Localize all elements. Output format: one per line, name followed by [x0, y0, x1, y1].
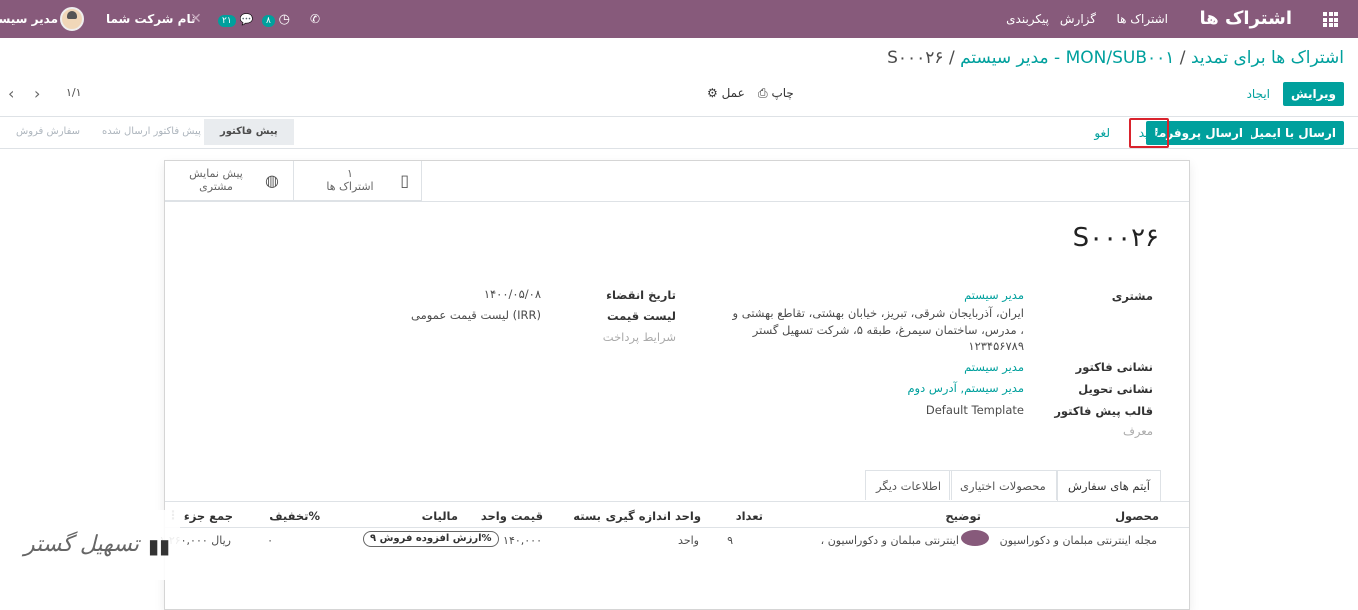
row-discount[interactable]: ۰ [267, 534, 273, 547]
col-discount[interactable]: تخفیف% [269, 509, 320, 523]
menu-subscriptions[interactable]: اشتراک ها [1116, 0, 1168, 38]
tab-other-info[interactable]: اطلاعات دیگر [865, 470, 953, 500]
print-dropdown[interactable]: ⎙ چاپ [758, 86, 794, 101]
phone-icon[interactable]: ✆ [310, 0, 320, 38]
watermark: ▮▮ تسهیل گستر [0, 510, 180, 580]
preview-label-1: پیش نمایش [189, 167, 243, 180]
col-package[interactable]: بسته [573, 509, 601, 523]
chevron-left-icon[interactable]: ‹ [8, 84, 14, 103]
close-icon[interactable]: ✕ [190, 0, 202, 38]
subscriptions-count: ۱ [347, 167, 353, 180]
customer-address-line3: ۱۲۳۴۵۶۷۸۹ [968, 339, 1024, 353]
action-label: عمل [721, 86, 745, 100]
preview-label-2: مشتری [199, 180, 233, 193]
action-dropdown[interactable]: ⚙ عمل [707, 86, 745, 100]
send-by-email-button[interactable]: ارسال با ایمیل [1240, 121, 1344, 145]
subscriptions-smart-button[interactable]: ▯ ۱ اشتراک ها [293, 161, 421, 201]
col-subtotal[interactable]: جمع جزء [184, 509, 233, 523]
breadcrumb-separator: / [1179, 48, 1186, 68]
print-icon: ⎙ [758, 86, 768, 100]
payment-terms-field[interactable]: شرایط پرداخت [603, 330, 676, 344]
breadcrumb-subscriptions-to-renew[interactable]: اشتراک ها برای تمدید [1191, 48, 1344, 68]
row-quantity[interactable]: ۹ [727, 534, 733, 547]
invoice-address-label: نشانی فاکتور [1075, 360, 1153, 374]
gear-icon: ⚙ [707, 86, 718, 100]
col-product[interactable]: محصول [1115, 509, 1159, 523]
book-icon: ▯ [400, 171, 409, 190]
menu-reports[interactable]: گزارش [1060, 0, 1096, 38]
activities-menu[interactable]: ۸ ◷ [262, 0, 290, 38]
status-quotation-sent: پیش فاکتور ارسال شده [102, 126, 201, 137]
pricelist-field[interactable]: لیست قیمت عمومی (IRR) [411, 308, 541, 322]
col-uom[interactable]: واحد اندازه گیری [606, 509, 701, 523]
row-uom[interactable]: واحد [678, 534, 699, 547]
menu-configuration[interactable]: پیکربندی [1006, 0, 1049, 38]
avatar[interactable] [60, 7, 84, 31]
watermark-text: تسهیل گستر [24, 532, 140, 557]
company-switcher[interactable]: نام شرکت شما [106, 0, 195, 38]
customer-preview-smart-button[interactable]: ◍ پیش نمایش مشتری [165, 161, 293, 201]
delivery-address-field[interactable]: مدیر سیستم, آدرس دوم [907, 381, 1024, 395]
clock-icon: ◷ [278, 12, 291, 27]
row-description[interactable]: ، اینترنتی مبلمان و دکوراسیون [821, 534, 959, 547]
quotation-template-label: قالب پیش فاکتور [1054, 404, 1153, 418]
chat-icon: 💬 [239, 13, 254, 26]
breadcrumb: اشتراک ها برای تمدید / MON/SUB۰۰۱ - مدیر… [887, 48, 1344, 68]
status-quotation: پیش فاکتور [204, 119, 294, 145]
edit-button[interactable]: ویرایش [1282, 82, 1344, 106]
customer-field[interactable]: مدیر سیستم [964, 288, 1024, 302]
tab-optional-products[interactable]: محصولات اختیاری [949, 470, 1057, 500]
col-quantity[interactable]: تعداد [736, 509, 763, 523]
print-label: چاپ [771, 86, 794, 100]
col-unit-price[interactable]: قیمت واحد [481, 509, 543, 523]
user-name[interactable]: مدیر سیستم [0, 0, 58, 38]
messages-menu[interactable]: ۲۱ 💬 [218, 0, 253, 38]
cancel-button[interactable]: لغو [1086, 121, 1118, 145]
customer-label: مشتری [1111, 289, 1153, 303]
order-title: S۰۰۰۲۶ [1072, 223, 1159, 253]
referrer-field[interactable]: معرف [1123, 424, 1153, 438]
subscriptions-label: اشتراک ها [326, 180, 374, 193]
row-product[interactable]: مجله اینترنتی مبلمان و دکوراسیون [1000, 534, 1157, 547]
activities-badge: ۸ [262, 15, 275, 27]
row-unit-price[interactable]: ۱۴۰,۰۰۰ [503, 534, 542, 547]
form-sheet: ▯ ۱ اشتراک ها ◍ پیش نمایش مشتری S۰۰۰۲۶ م… [159, 160, 1190, 610]
app-title[interactable]: اشتراک ها [1199, 0, 1292, 38]
globe-icon: ◍ [265, 171, 279, 190]
col-description[interactable]: توضیح [945, 509, 981, 523]
breadcrumb-current: S۰۰۰۲۶ [887, 48, 944, 68]
apps-menu-icon[interactable] [1323, 12, 1338, 27]
pricelist-label: لیست قیمت [607, 309, 676, 323]
expiration-label: تاریخ انقضاء [606, 288, 676, 302]
customer-address-line2: مدرس، ساختمان سیمرغ، طبقه ۵، شرکت تسهیل … [752, 323, 1024, 337]
status-sales-order: سفارش فروش [16, 126, 81, 137]
invoice-address-field[interactable]: مدیر سیستم [964, 360, 1024, 374]
messages-badge: ۲۱ [218, 15, 236, 27]
breadcrumb-subscription[interactable]: MON/SUB۰۰۱ - مدیر سیستم [960, 48, 1174, 68]
pager-value[interactable]: ۱/۱ [66, 86, 82, 99]
quotation-template-field[interactable]: Default Template [926, 403, 1024, 417]
delivery-address-label: نشانی تحویل [1078, 382, 1153, 396]
breadcrumb-separator: / [948, 48, 955, 68]
customer-address-line1: ایران، آذربایجان شرقی، تبریز، خیابان بهش… [732, 306, 1024, 320]
confirm-button[interactable]: تایید [1128, 118, 1169, 148]
create-button[interactable]: ایجاد [1239, 82, 1278, 106]
row-tax-tag[interactable]: ارزش افزوده فروش ۹% [363, 531, 499, 547]
col-taxes[interactable]: مالیات [422, 509, 458, 523]
tab-order-lines[interactable]: آیتم های سفارش [1057, 470, 1161, 501]
top-navbar: اشتراک ها اشتراک ها گزارش پیکربندی مدیر … [0, 0, 1358, 38]
watermark-logo-icon: ▮▮ [148, 534, 171, 558]
chevron-right-icon[interactable]: › [34, 84, 40, 103]
tag-shape-icon [961, 530, 989, 546]
expiration-field[interactable]: ۱۴۰۰/۰۵/۰۸ [484, 287, 541, 301]
